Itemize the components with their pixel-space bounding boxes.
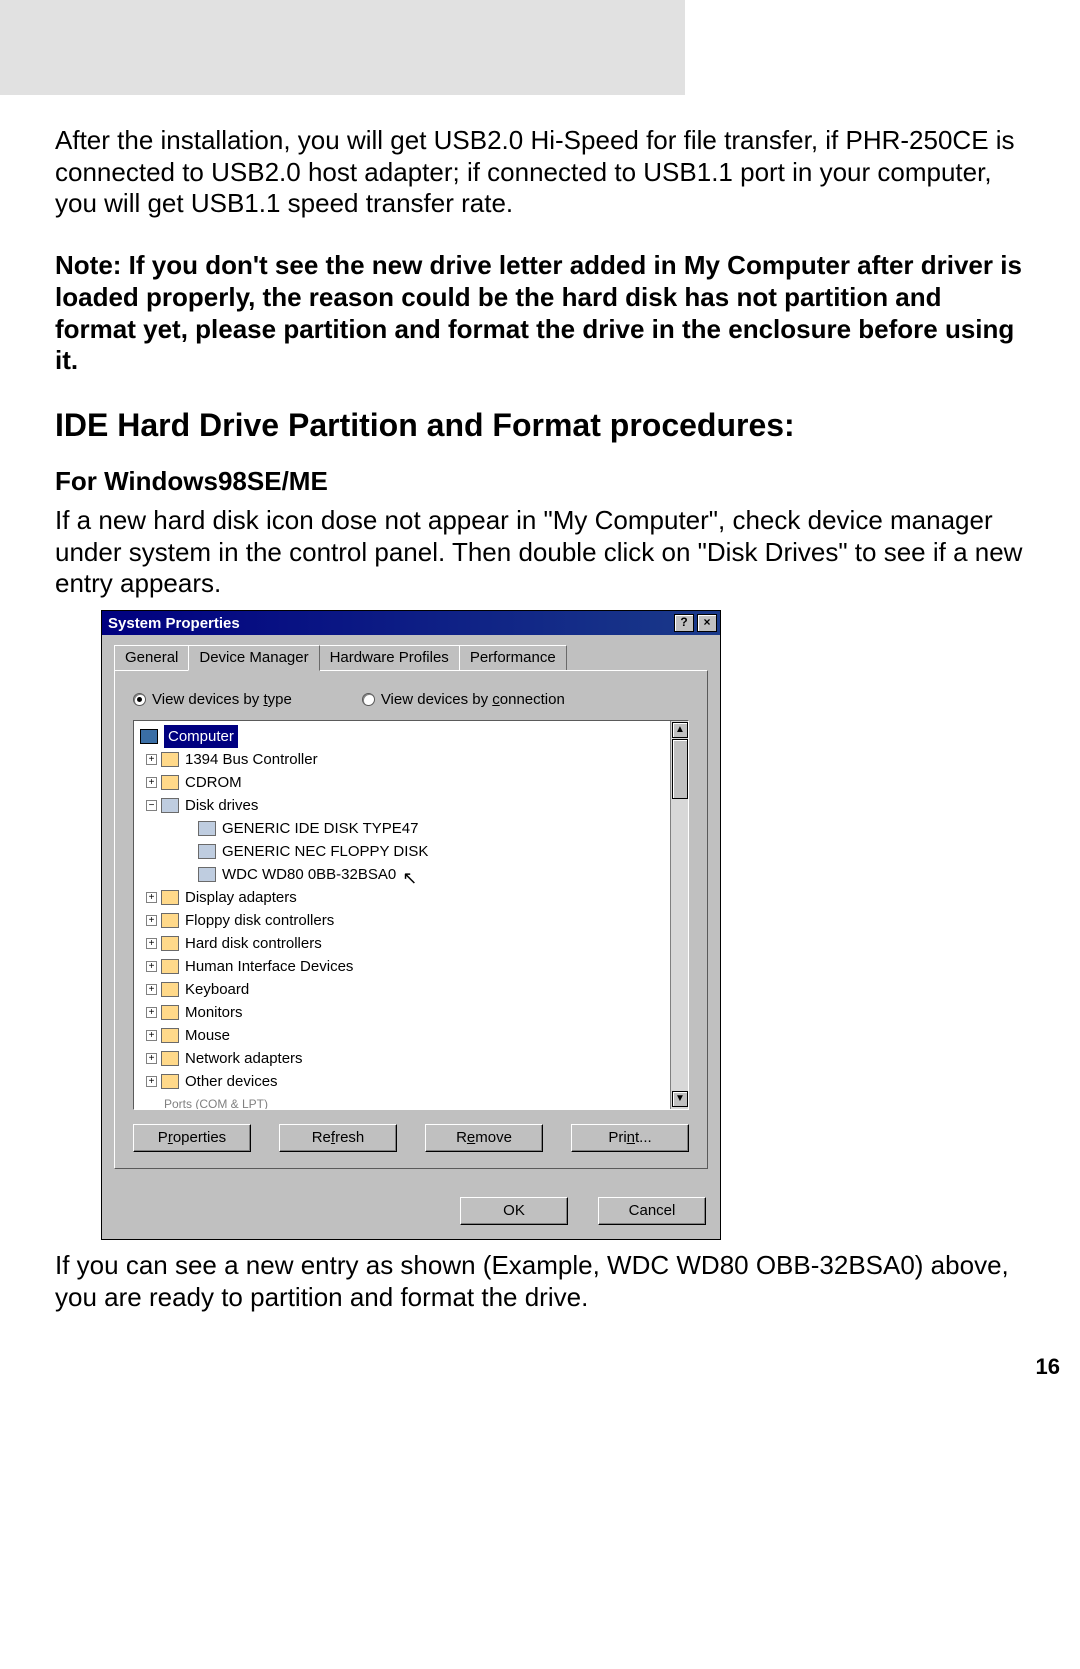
refresh-button[interactable]: Refresh bbox=[279, 1124, 397, 1152]
page-content: After the installation, you will get USB… bbox=[0, 95, 1080, 1314]
device-icon bbox=[161, 890, 179, 905]
tab-panel: View devices by type View devices by con… bbox=[114, 670, 708, 1169]
device-icon bbox=[161, 775, 179, 790]
page-number: 16 bbox=[0, 1354, 1080, 1400]
radio-conn-suffix: onnection bbox=[500, 691, 565, 708]
radio-conn-accel: c bbox=[492, 691, 500, 708]
tree-item[interactable]: +Other devices bbox=[140, 1070, 686, 1093]
scroll-up-icon[interactable]: ▲ bbox=[672, 722, 688, 738]
properties-button[interactable]: Properties bbox=[133, 1124, 251, 1152]
radio-type-suffix: ype bbox=[268, 691, 292, 708]
device-icon bbox=[161, 913, 179, 928]
header-banner bbox=[0, 0, 1080, 95]
tree-disk-child[interactable]: WDC WD80 0BB-32BSA0↖ bbox=[140, 863, 686, 886]
tree-item[interactable]: +1394 Bus Controller bbox=[140, 748, 686, 771]
scroll-down-icon[interactable]: ▼ bbox=[672, 1091, 688, 1107]
tree-item[interactable]: +CDROM bbox=[140, 771, 686, 794]
tree-item[interactable]: +Mouse bbox=[140, 1024, 686, 1047]
remove-button[interactable]: Remove bbox=[425, 1124, 543, 1152]
device-icon bbox=[161, 1051, 179, 1066]
tree-item[interactable]: +Floppy disk controllers bbox=[140, 909, 686, 932]
tree-item[interactable]: +Network adapters bbox=[140, 1047, 686, 1070]
tab-performance[interactable]: Performance bbox=[459, 645, 567, 671]
section-title: IDE Hard Drive Partition and Format proc… bbox=[55, 407, 1025, 444]
tree-root[interactable]: Computer bbox=[140, 725, 686, 748]
disk-icon bbox=[161, 798, 179, 813]
device-icon bbox=[161, 1005, 179, 1020]
tree-disk-child[interactable]: GENERIC NEC FLOPPY DISK bbox=[140, 840, 686, 863]
tab-device-manager[interactable]: Device Manager bbox=[188, 645, 319, 671]
tree-item-disk-drives[interactable]: −Disk drives bbox=[140, 794, 686, 817]
tree-item[interactable]: +Human Interface Devices bbox=[140, 955, 686, 978]
disk-icon bbox=[198, 867, 216, 882]
close-icon[interactable]: × bbox=[697, 614, 717, 632]
radio-conn-prefix: View devices by bbox=[381, 691, 492, 708]
tree-item[interactable]: +Display adapters bbox=[140, 886, 686, 909]
device-icon bbox=[161, 936, 179, 951]
window-title: System Properties bbox=[108, 615, 240, 632]
note-paragraph: Note: If you don't see the new drive let… bbox=[55, 250, 1025, 377]
scroll-thumb[interactable] bbox=[672, 739, 688, 799]
radio-type-prefix: View devices by bbox=[152, 691, 263, 708]
window-titlebar[interactable]: System Properties ? × bbox=[102, 611, 720, 635]
tab-hardware-profiles[interactable]: Hardware Profiles bbox=[319, 645, 460, 671]
tree-item[interactable]: +Keyboard bbox=[140, 978, 686, 1001]
tab-strip: General Device Manager Hardware Profiles… bbox=[114, 645, 708, 671]
disk-icon bbox=[198, 821, 216, 836]
header-gray-strip bbox=[0, 0, 685, 95]
intro-paragraph: After the installation, you will get USB… bbox=[55, 125, 1025, 220]
system-properties-window: System Properties ? × General Device Man… bbox=[101, 610, 721, 1240]
print-button[interactable]: Print... bbox=[571, 1124, 689, 1152]
tree-item[interactable]: +Hard disk controllers bbox=[140, 932, 686, 955]
device-icon bbox=[161, 982, 179, 997]
disk-icon bbox=[198, 844, 216, 859]
ok-button[interactable]: OK bbox=[460, 1197, 568, 1225]
device-icon bbox=[161, 1074, 179, 1089]
device-icon bbox=[161, 1028, 179, 1043]
radio-view-by-type[interactable]: View devices by type bbox=[133, 691, 292, 708]
tree-disk-child[interactable]: GENERIC IDE DISK TYPE47 bbox=[140, 817, 686, 840]
closing-paragraph: If you can see a new entry as shown (Exa… bbox=[55, 1250, 1025, 1313]
device-icon bbox=[161, 752, 179, 767]
tab-general[interactable]: General bbox=[114, 645, 189, 671]
tree-item[interactable]: +Monitors bbox=[140, 1001, 686, 1024]
subsection-title: For Windows98SE/ME bbox=[55, 466, 1025, 497]
tree-item-cutoff: Ports (COM & LPT) bbox=[140, 1093, 686, 1110]
computer-icon bbox=[140, 729, 158, 744]
device-icon bbox=[161, 959, 179, 974]
radio-view-by-connection[interactable]: View devices by connection bbox=[362, 691, 565, 708]
help-icon[interactable]: ? bbox=[674, 614, 694, 632]
device-tree[interactable]: Computer +1394 Bus Controller +CDROM −Di… bbox=[133, 720, 689, 1110]
cancel-button[interactable]: Cancel bbox=[598, 1197, 706, 1225]
instruction-paragraph: If a new hard disk icon dose not appear … bbox=[55, 505, 1025, 600]
tree-scrollbar[interactable]: ▲ ▼ bbox=[670, 721, 688, 1109]
